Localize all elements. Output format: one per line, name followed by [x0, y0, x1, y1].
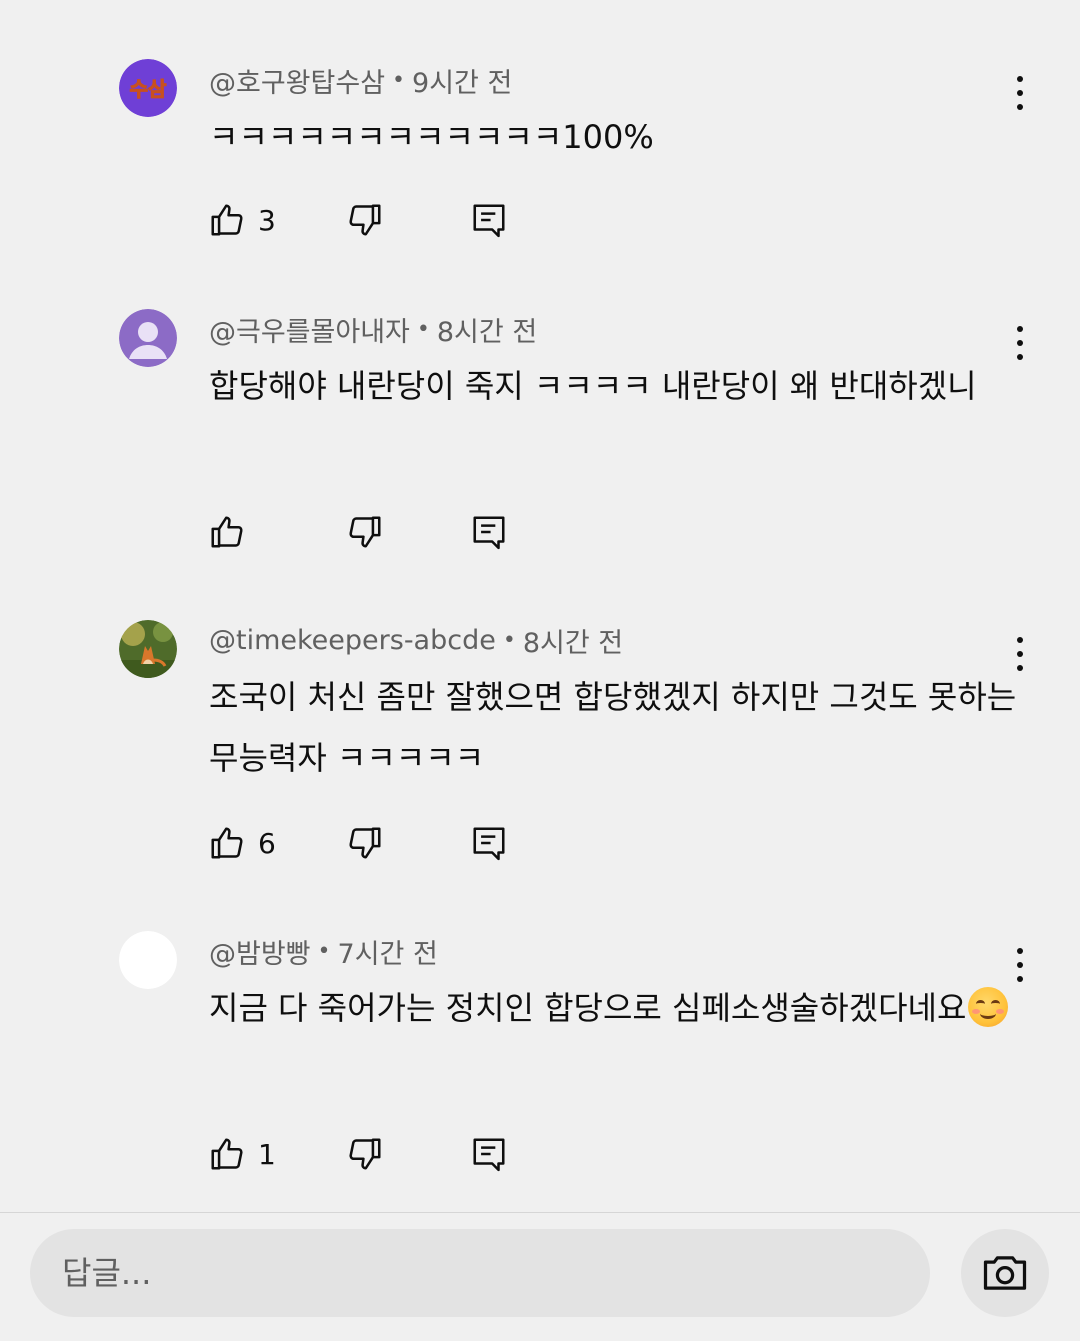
thumbs-up-icon	[211, 827, 243, 859]
more-options-icon[interactable]	[1004, 637, 1036, 671]
avatar[interactable]: 수삼	[119, 59, 177, 117]
reply-input-container[interactable]	[30, 1229, 930, 1317]
divider	[0, 1212, 1080, 1213]
like-button[interactable]: 1	[208, 1134, 276, 1174]
timestamp: 7시간 전	[337, 938, 438, 970]
reply-button[interactable]	[470, 200, 508, 240]
thumbs-up-icon	[211, 1138, 243, 1170]
reply-comment-icon	[473, 204, 505, 238]
comment: @timekeepers-abcde • 8시간 전 조국이 처신 좀만 잘했으…	[0, 620, 1080, 880]
dislike-button[interactable]	[346, 200, 384, 240]
like-count: 3	[258, 203, 276, 237]
like-count: 1	[258, 1137, 276, 1171]
like-button[interactable]: 6	[208, 823, 276, 863]
avatar[interactable]	[119, 620, 177, 678]
blank-avatar-icon	[119, 931, 177, 989]
separator-dot: •	[392, 67, 406, 93]
comment-text-content: 지금 다 죽어가는 정치인 합당으로 심페소생술하겠다네요	[209, 989, 967, 1027]
dislike-button[interactable]	[346, 512, 384, 552]
thumbs-down-icon	[349, 204, 381, 236]
default-person-avatar-icon	[119, 309, 177, 367]
like-count: 6	[258, 826, 276, 860]
author-name[interactable]: @timekeepers-abcde	[209, 625, 496, 656]
thumbs-down-icon	[349, 1138, 381, 1170]
author-name[interactable]: @극우를몰아내자	[209, 310, 410, 349]
reply-input[interactable]	[60, 1253, 884, 1293]
thumbs-down-icon	[349, 516, 381, 548]
avatar-label: 수삼	[130, 77, 167, 101]
comment-meta: @극우를몰아내자 • 8시간 전	[209, 309, 537, 349]
author-name[interactable]: @밤방빵	[209, 932, 311, 971]
comment: 수삼 @호구왕탑수삼 • 9시간 전 ㅋㅋㅋㅋㅋㅋㅋㅋㅋㅋㅋㅋ100% 3	[0, 59, 1080, 259]
reply-comment-icon	[473, 827, 505, 861]
separator-dot: •	[502, 627, 516, 653]
reply-comment-icon	[473, 1138, 505, 1172]
thumbs-up-icon	[211, 204, 243, 236]
thumbs-down-icon	[349, 827, 381, 859]
reply-comment-icon	[473, 516, 505, 550]
dislike-button[interactable]	[346, 823, 384, 863]
more-options-icon[interactable]	[1004, 326, 1036, 360]
comment-text: ㅋㅋㅋㅋㅋㅋㅋㅋㅋㅋㅋㅋ100%	[209, 118, 654, 156]
reply-button[interactable]	[470, 823, 508, 863]
avatar[interactable]	[119, 309, 177, 367]
comment: @극우를몰아내자 • 8시간 전 합당해야 내란당이 죽지 ㅋㅋㅋㅋ 내란당이 …	[0, 309, 1080, 569]
comment-meta: @호구왕탑수삼 • 9시간 전	[209, 60, 512, 100]
like-button[interactable]: 3	[208, 200, 276, 240]
comment-text: 조국이 처신 좀만 잘했으면 합당했겠지 하지만 그것도 못하는 무능력자 ㅋㅋ…	[209, 678, 1017, 777]
smiling-face-emoji-icon	[968, 987, 1009, 1027]
camera-icon	[983, 1256, 1027, 1290]
reply-button[interactable]	[470, 512, 508, 552]
comment: @밤방빵 • 7시간 전 지금 다 죽어가는 정치인 합당으로 심페소생술하겠다…	[0, 931, 1080, 1191]
separator-dot: •	[416, 316, 430, 342]
reply-button[interactable]	[470, 1134, 508, 1174]
comment-meta: @밤방빵 • 7시간 전	[209, 931, 438, 971]
text-avatar-icon: 수삼	[119, 59, 177, 117]
like-button[interactable]	[208, 512, 258, 552]
comment-text: 합당해야 내란당이 죽지 ㅋㅋㅋㅋ 내란당이 왜 반대하겠니	[209, 367, 977, 405]
more-options-icon[interactable]	[1004, 948, 1036, 982]
dislike-button[interactable]	[346, 1134, 384, 1174]
more-options-icon[interactable]	[1004, 76, 1036, 110]
separator-dot: •	[317, 938, 331, 964]
author-name[interactable]: @호구왕탑수삼	[209, 61, 385, 100]
thumbs-up-icon	[211, 516, 243, 548]
timestamp: 9시간 전	[412, 67, 513, 99]
avatar[interactable]	[119, 931, 177, 989]
timestamp: 8시간 전	[436, 316, 538, 348]
comment-meta: @timekeepers-abcde • 8시간 전	[209, 620, 623, 660]
comment-text: 지금 다 죽어가는 정치인 합당으로 심페소생술하겠다네요	[209, 978, 1019, 1039]
fox-photo-avatar-icon	[119, 620, 177, 678]
timestamp: 8시간 전	[522, 627, 624, 659]
camera-button[interactable]	[961, 1229, 1049, 1317]
